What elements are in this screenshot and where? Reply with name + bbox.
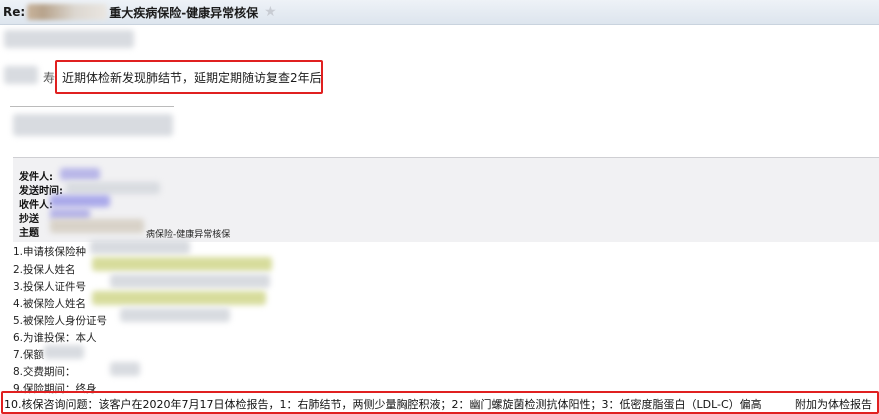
- field-row: 7.保额: [13, 349, 45, 361]
- label-from: 发件人:: [19, 172, 53, 183]
- field-row: 4.被保险人姓名: [13, 298, 87, 310]
- label-to: 收件人:: [19, 200, 53, 211]
- divider: [10, 106, 174, 107]
- redacted-signature: [13, 114, 173, 136]
- inquiry-row: 10.核保咨询问题：该客户在2020年7月17日体检报告，1：右肺结节，两侧少量…: [4, 394, 877, 412]
- redacted-subject: [50, 219, 144, 233]
- redacted-value: [110, 274, 270, 288]
- email-subject-bar: Re: 重大疾病保险-健康异常核保 ★: [0, 0, 879, 25]
- inquiry-text: 10.核保咨询问题：该客户在2020年7月17日体检报告，1：右肺结节，两侧少量…: [4, 398, 762, 411]
- redacted-value: [92, 257, 272, 271]
- label-subject: 主题: [19, 228, 39, 239]
- redacted-value: [44, 345, 84, 359]
- redacted-time: [66, 182, 160, 194]
- label-cc: 抄送: [19, 214, 39, 225]
- field-row: 1.申请核保险种: [13, 246, 87, 258]
- email-reader: Re: 重大疾病保险-健康异常核保 ★ 寿 近期体检新发现肺结节，延期定期随访复…: [0, 0, 879, 414]
- field-row: 6.为谁投保：本人: [13, 332, 97, 344]
- redacted-value: [110, 362, 140, 376]
- redacted-value: [92, 291, 266, 305]
- redacted-value: [120, 308, 230, 322]
- redacted-subject-part: [27, 4, 108, 20]
- field-row: 5.被保险人身份证号: [13, 315, 108, 327]
- message-note: 近期体检新发现肺结节，延期定期随访复查2年后: [62, 71, 322, 85]
- email-subject: 重大疾病保险-健康异常核保: [109, 5, 259, 20]
- field-row: 2.投保人姓名: [13, 264, 76, 276]
- redacted-greeting: [4, 66, 38, 84]
- redacted-to: [50, 195, 110, 207]
- star-icon[interactable]: ★: [264, 4, 277, 20]
- redacted-sender: [4, 30, 134, 48]
- attachment-note: 附加为体检报告: [795, 398, 872, 411]
- field-row: 3.投保人证件号: [13, 281, 87, 293]
- field-row: 8.交费期间：: [13, 366, 76, 378]
- greeting-fragment: 寿: [43, 71, 56, 85]
- forwarded-subject: 病保险-健康异常核保: [146, 230, 231, 240]
- reply-prefix: Re:: [3, 5, 26, 19]
- redacted-from: [60, 168, 100, 180]
- redacted-value: [90, 240, 190, 254]
